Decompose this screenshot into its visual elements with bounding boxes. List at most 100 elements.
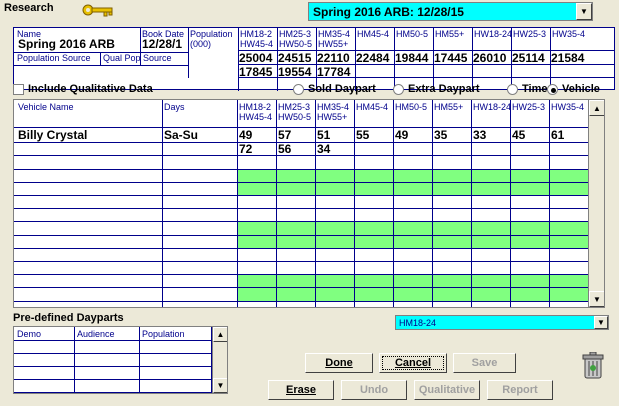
chevron-down-icon[interactable]: ▼ [576, 3, 592, 20]
population-value: 22110 [317, 51, 350, 65]
radio-button[interactable] [507, 83, 518, 95]
predefined-dayparts-grid[interactable]: Demo Audience Population ▲ ▼ [13, 326, 228, 394]
grid-divider [100, 52, 101, 65]
done-label: Done [325, 357, 353, 369]
grid-divider [14, 168, 588, 170]
demo-header: HM45-4 [357, 29, 390, 39]
population-value: 19844 [395, 51, 429, 65]
scroll-down-icon[interactable]: ▼ [213, 378, 227, 393]
population-source-label: Population Source [17, 53, 91, 63]
undo-button[interactable]: Undo [341, 380, 407, 400]
daypart-radio-option[interactable]: Vehicle [547, 83, 600, 95]
trash-icon[interactable] [582, 352, 604, 380]
grid-divider [14, 181, 588, 183]
grid-divider [432, 100, 433, 307]
erase-button[interactable]: Erase [268, 380, 334, 400]
rating-value: 61 [551, 128, 565, 142]
radio-label: Time [522, 83, 548, 95]
include-qual-checkbox[interactable] [13, 83, 24, 95]
grid-divider [14, 274, 588, 276]
chevron-down-icon[interactable]: ▼ [594, 316, 608, 329]
grid-divider [14, 300, 588, 302]
grid-divider [14, 221, 588, 223]
predefined-column-header: Demo [17, 329, 42, 339]
grid-divider [14, 353, 211, 354]
grid-divider [14, 142, 588, 144]
demo-header: HW18-24 [474, 29, 513, 39]
rating-value: 49 [395, 128, 409, 142]
vertical-scrollbar[interactable]: ▲ ▼ [212, 327, 227, 393]
grid-divider [471, 100, 472, 307]
include-qual-option[interactable]: Include Qualitative Data [13, 83, 153, 95]
demo-header: HM25-3 HW50-5 [278, 102, 312, 122]
grid-divider [354, 100, 355, 307]
cancel-button[interactable]: Cancel [379, 353, 447, 373]
radio-label: Sold Daypart [308, 83, 376, 95]
population-value: 17445 [434, 51, 468, 65]
grid-divider [14, 287, 588, 289]
grid-divider [549, 100, 550, 307]
grid-divider [14, 392, 211, 393]
grid-divider [14, 366, 211, 367]
radio-button[interactable] [547, 83, 558, 95]
book-info-panel: Name Spring 2016 ARB Book Date 12/28/1 Popul… [13, 27, 615, 91]
rating-value-2: 72 [239, 142, 253, 157]
radio-button[interactable] [293, 83, 304, 95]
demo-header: HW35-4 [552, 29, 586, 39]
demo-header: HM18-2 HW45-4 [240, 29, 274, 49]
population-value: 25114 [512, 51, 545, 65]
population-value: 26010 [473, 51, 507, 65]
demo-header: HM18-2 HW45-4 [239, 102, 273, 122]
vehicle-name-header: Vehicle Name [18, 102, 74, 112]
rating-value: 51 [317, 128, 331, 142]
rating-value: 55 [356, 128, 370, 142]
days-header: Days [164, 102, 185, 112]
grid-divider [14, 195, 588, 196]
population-value-2: 17845 [239, 65, 273, 79]
rating-value: 45 [512, 128, 526, 142]
grid-divider [14, 340, 211, 341]
predefined-column-header: Audience [77, 329, 115, 339]
scroll-down-icon[interactable]: ▼ [589, 291, 604, 307]
daypart-radio-option[interactable]: Extra Daypart [393, 83, 480, 95]
results-grid[interactable]: HM18-2 HW45-4 HM25-3 HW50-5 HM35-4 HW55+ HM… [13, 99, 605, 308]
demo-header: HM25-3 HW50-5 [279, 29, 313, 49]
population-value: 25004 [239, 51, 273, 65]
report-label: Report [502, 384, 538, 396]
grid-divider [14, 247, 588, 249]
rating-value: 49 [239, 128, 253, 142]
grid-divider [14, 127, 588, 128]
demo-header: HM35-4 HW55+ [317, 102, 350, 122]
book-select[interactable]: Spring 2016 ARB: 12/28/15 ▼ [308, 2, 593, 21]
population-value: 24515 [278, 51, 312, 65]
include-qual-label: Include Qualitative Data [28, 83, 153, 95]
grid-divider [14, 208, 588, 210]
population-value: 22484 [356, 51, 390, 65]
vehicle-days: Sa-Su [164, 128, 199, 142]
scroll-up-icon[interactable]: ▲ [213, 327, 227, 342]
predefined-dayparts-label: Pre-defined Dayparts [13, 312, 124, 324]
demo-header: HM50-5 [396, 29, 429, 39]
done-button[interactable]: Done [305, 353, 373, 373]
erase-label: Erase [286, 384, 316, 396]
vertical-scrollbar[interactable]: ▲ ▼ [588, 100, 604, 307]
demo-header: HM45-4 [356, 102, 389, 112]
demo-header: HW35-4 [551, 102, 585, 112]
qualitative-button[interactable]: Qualitative [414, 380, 480, 400]
demo-select[interactable]: HM18-24 ▼ [395, 315, 609, 330]
report-button[interactable]: Report [487, 380, 553, 400]
scroll-up-icon[interactable]: ▲ [589, 100, 604, 116]
daypart-radio-option[interactable]: Time [507, 83, 547, 95]
daypart-radio-option[interactable]: Sold Daypart [293, 83, 376, 95]
demo-header: HM35-4 HW55+ [318, 29, 351, 49]
book-date-value: 12/28/1 [142, 37, 183, 51]
predefined-column-header: Population [142, 329, 185, 339]
save-button[interactable]: Save [453, 353, 516, 373]
window-title: Research [4, 2, 54, 14]
grid-divider [14, 379, 211, 380]
grid-divider [393, 100, 394, 307]
save-label: Save [471, 357, 498, 369]
radio-button[interactable] [393, 83, 404, 95]
population-label: Population (000) [190, 29, 233, 49]
population-value-2: 17784 [317, 65, 351, 79]
